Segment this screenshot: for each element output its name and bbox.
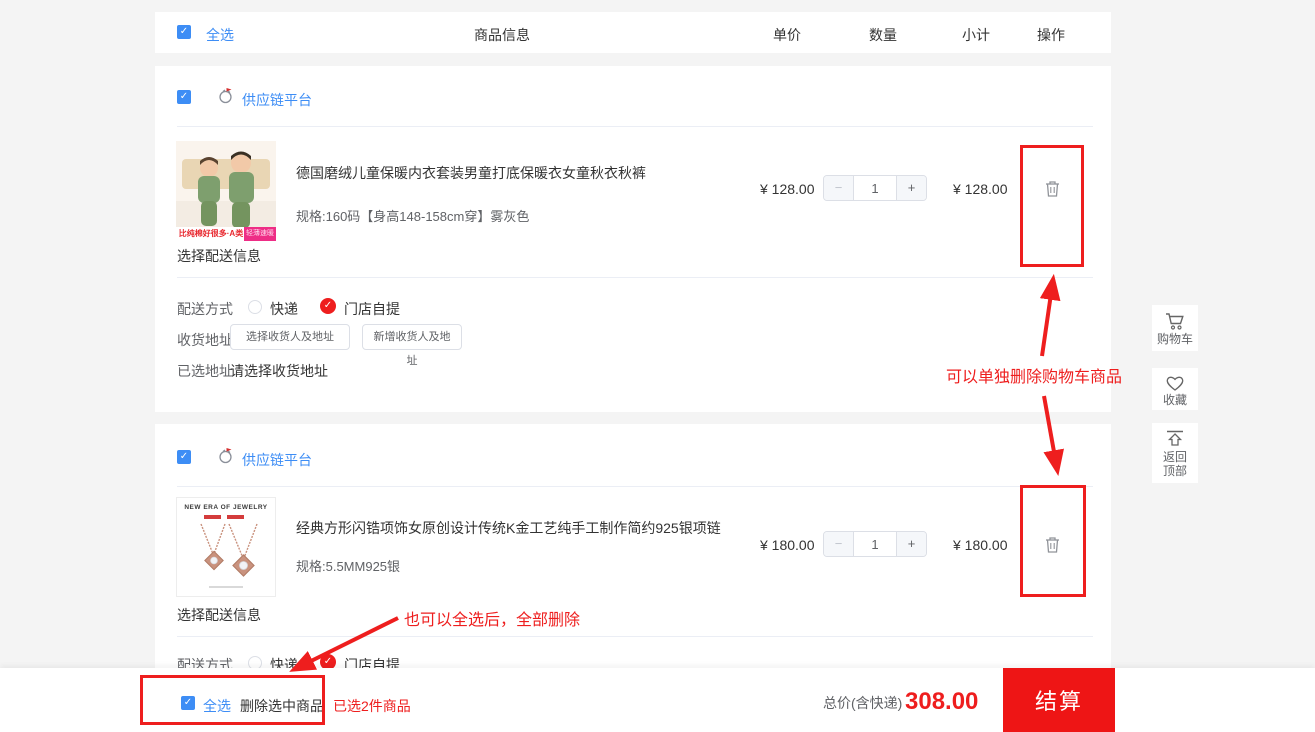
product2-image[interactable]: NEW ERA OF JEWELRY	[176, 497, 276, 597]
annotation-box-trash1	[1020, 145, 1084, 267]
add-address-button[interactable]: 新增收货人及地址	[362, 324, 462, 367]
product2-subtotal: ¥ 180.00	[953, 537, 1008, 553]
sidebar-back-top-button[interactable]: 返回顶部	[1152, 423, 1198, 483]
product1-spec: 规格:160码【身高148-158cm穿】雾灰色	[296, 209, 530, 224]
select-delivery-info-label-2: 选择配送信息	[177, 607, 261, 623]
product2-title[interactable]: 经典方形闪锆项饰女原创设计传统K金工艺纯手工制作简约925银项链	[296, 518, 721, 538]
column-quantity: 数量	[869, 27, 897, 43]
sidebar-favorite-button[interactable]: 收藏	[1152, 368, 1198, 410]
product2-price: ¥ 180.00	[760, 537, 815, 553]
express-radio-1[interactable]	[248, 300, 262, 314]
pickup-label-1[interactable]: 门店自提	[344, 299, 400, 319]
express-label-1[interactable]: 快递	[270, 299, 298, 319]
column-product-info: 商品信息	[474, 27, 530, 43]
column-unit-price: 单价	[773, 27, 801, 43]
product2-image-brand: NEW ERA OF JEWELRY	[184, 504, 268, 511]
checkout-button[interactable]: 结算	[1003, 668, 1115, 732]
back-to-top-icon	[1167, 430, 1183, 446]
quantity-decrease-button[interactable]: −	[824, 176, 854, 200]
product2-quantity-stepper: − +	[823, 531, 927, 557]
shop1-name-link[interactable]: 供应链平台	[242, 90, 312, 110]
total-price-label: 总价(含快递)	[823, 695, 903, 711]
select-delivery-info-label-1: 选择配送信息	[177, 248, 261, 264]
product1-price: ¥ 128.00	[760, 181, 815, 197]
product1-subtotal: ¥ 128.00	[953, 181, 1008, 197]
quantity-increase-button[interactable]: +	[896, 532, 926, 556]
quantity-decrease-button[interactable]: −	[824, 532, 854, 556]
sidebar-cart-label: 购物车	[1156, 332, 1193, 346]
divider	[177, 126, 1093, 127]
selected-address-label: 已选地址	[177, 363, 233, 379]
total-price-value: 308.00	[905, 688, 979, 715]
selected-count-text: 已选2件商品	[333, 698, 411, 714]
shop1-checkbox[interactable]	[177, 90, 191, 104]
shop-icon	[217, 87, 235, 110]
shop2-name-link[interactable]: 供应链平台	[242, 450, 312, 470]
shop-icon	[217, 447, 235, 470]
product1-image-badge-right: 轻薄速暖	[244, 227, 276, 241]
delivery-method-label-1: 配送方式	[177, 301, 233, 317]
sidebar-cart-button[interactable]: 购物车	[1152, 305, 1198, 351]
heart-icon	[1166, 376, 1184, 391]
address-label: 收货地址	[177, 332, 233, 348]
product1-quantity-stepper: − +	[823, 175, 927, 201]
choose-address-button[interactable]: 选择收货人及地址	[230, 324, 350, 350]
quantity-input[interactable]	[854, 532, 896, 556]
annotation-box-select-all	[140, 675, 325, 725]
product2-spec: 规格:5.5MM925银	[296, 559, 401, 574]
shop2-checkbox[interactable]	[177, 450, 191, 464]
quantity-increase-button[interactable]: +	[896, 176, 926, 200]
product1-image-badge-left: 比纯棉好很多·A类	[176, 227, 246, 241]
annotation-select-all-delete-note: 也可以全选后，全部删除	[404, 612, 581, 629]
select-all-label-header[interactable]: 全选	[206, 25, 234, 45]
divider	[177, 277, 1093, 278]
divider	[177, 486, 1093, 487]
column-operation: 操作	[1037, 27, 1065, 43]
divider	[177, 636, 1093, 637]
pickup-radio-checked-1[interactable]	[320, 298, 336, 314]
annotation-box-trash2	[1020, 485, 1086, 597]
cart-icon	[1166, 313, 1184, 330]
product1-title[interactable]: 德国磨绒儿童保暖内衣套装男童打底保暖衣女童秋衣秋裤	[296, 163, 646, 183]
annotation-single-delete-note: 可以单独删除购物车商品	[946, 369, 1123, 386]
quantity-input[interactable]	[854, 176, 896, 200]
selected-address-value: 请选择收货地址	[230, 363, 328, 379]
select-all-checkbox-header[interactable]	[177, 25, 191, 39]
column-subtotal: 小计	[962, 27, 990, 43]
product1-image[interactable]: 比纯棉好很多·A类 轻薄速暖	[176, 141, 276, 241]
sidebar-back-top-label: 返回顶部	[1162, 450, 1187, 478]
sidebar-favorite-label: 收藏	[1162, 393, 1187, 407]
